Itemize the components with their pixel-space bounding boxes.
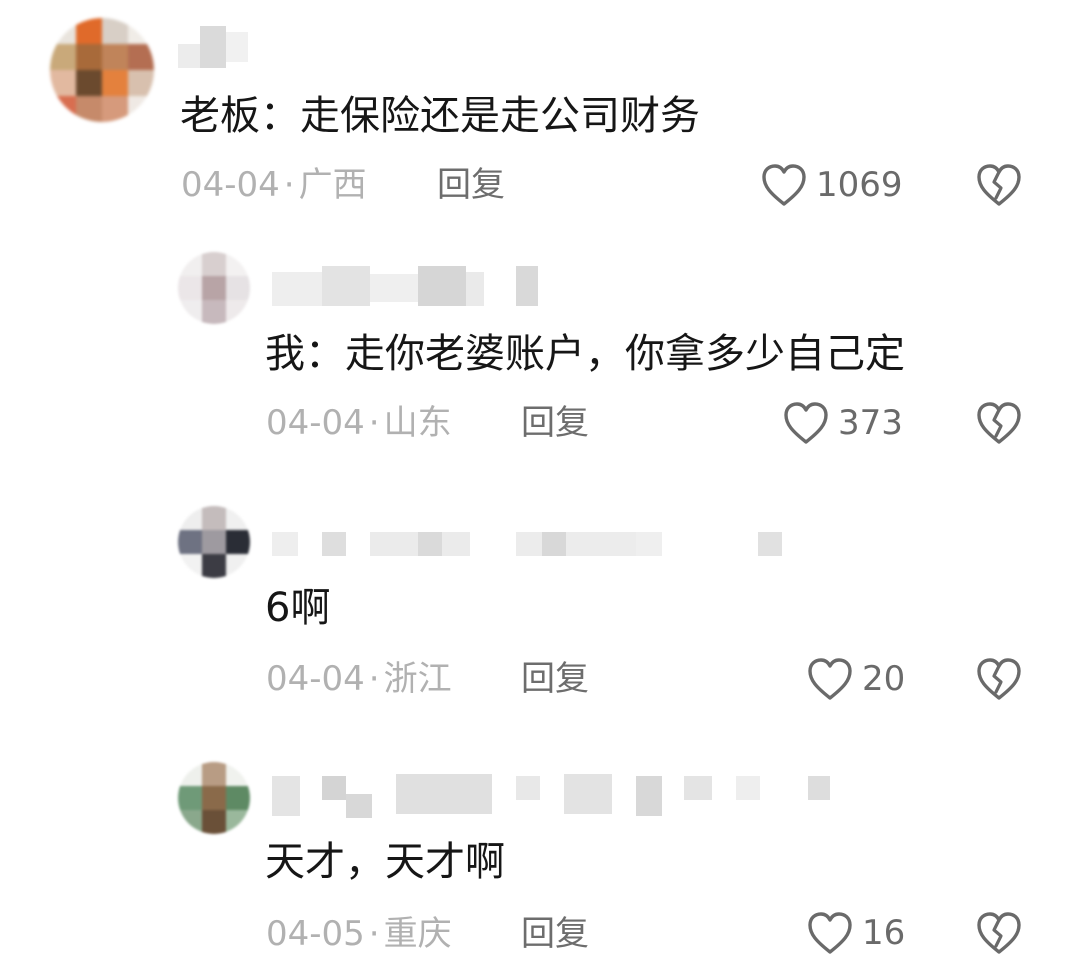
broken-heart-icon[interactable] <box>975 400 1023 446</box>
comment-text: 老板：走保险还是走公司财务 <box>180 93 700 139</box>
comment-item: 老板：走保险还是走公司财务 04-04 · 广西 回复 1069 <box>0 0 1080 230</box>
heart-outline-icon <box>762 164 806 206</box>
reply-comment-item: 我：走你老婆账户，你拿多少自己定 04-04 · 山东 回复 373 <box>0 240 1080 470</box>
avatar[interactable] <box>178 762 250 834</box>
comment-meta: 04-05 · 重庆 <box>266 914 452 954</box>
reply-comment-item: 6啊 04-04 · 浙江 回复 20 <box>0 496 1080 726</box>
comment-text: 天才，天才啊 <box>265 839 505 885</box>
username-blurred[interactable] <box>272 770 832 818</box>
broken-heart-icon[interactable] <box>975 162 1023 208</box>
avatar[interactable] <box>178 506 250 578</box>
like-count: 1069 <box>816 165 903 205</box>
comment-meta: 04-04 · 山东 <box>266 403 452 443</box>
comment-meta: 04-04 · 广西 <box>181 165 367 205</box>
reply-comment-item: 天才，天才啊 04-05 · 重庆 回复 16 <box>0 752 1080 966</box>
broken-heart-icon[interactable] <box>975 656 1023 702</box>
comment-date: 04-05 <box>266 914 365 954</box>
username-blurred[interactable] <box>272 262 552 310</box>
comment-location: 重庆 <box>383 914 452 954</box>
comment-date: 04-04 <box>266 403 365 443</box>
comment-meta: 04-04 · 浙江 <box>266 659 452 699</box>
broken-heart-icon[interactable] <box>975 910 1023 956</box>
reply-button[interactable]: 回复 <box>437 168 505 202</box>
avatar[interactable] <box>178 252 250 324</box>
comment-date: 04-04 <box>266 659 365 699</box>
username-blurred[interactable] <box>272 522 812 570</box>
like-button[interactable]: 373 <box>782 398 903 448</box>
like-count: 16 <box>862 913 906 953</box>
username-blurred[interactable] <box>178 22 258 70</box>
heart-outline-icon <box>784 402 828 444</box>
reply-button[interactable]: 回复 <box>521 406 589 440</box>
like-button[interactable]: 16 <box>806 908 905 958</box>
like-count: 20 <box>862 659 906 699</box>
heart-outline-icon <box>808 912 852 954</box>
comment-location: 广西 <box>298 165 367 205</box>
reply-button[interactable]: 回复 <box>521 917 589 951</box>
like-button[interactable]: 20 <box>806 654 905 704</box>
like-count: 373 <box>838 403 903 443</box>
reply-button[interactable]: 回复 <box>521 662 589 696</box>
comment-text: 6啊 <box>265 585 331 631</box>
comment-location: 浙江 <box>383 659 452 699</box>
avatar[interactable] <box>50 18 154 122</box>
comment-text: 我：走你老婆账户，你拿多少自己定 <box>265 331 905 377</box>
comment-date: 04-04 <box>181 165 280 205</box>
like-button[interactable]: 1069 <box>760 160 903 210</box>
comment-location: 山东 <box>383 403 452 443</box>
heart-outline-icon <box>808 658 852 700</box>
